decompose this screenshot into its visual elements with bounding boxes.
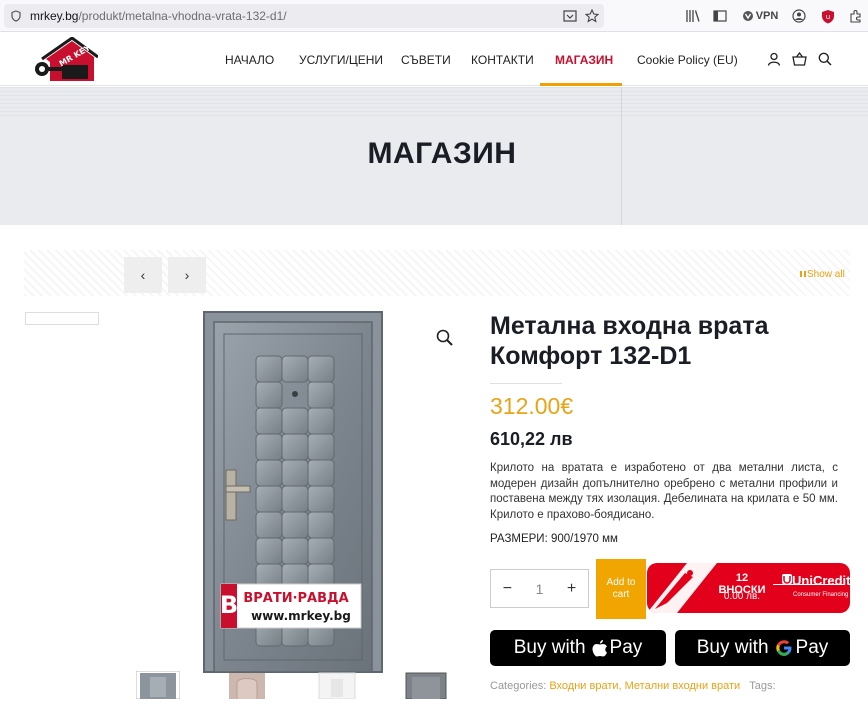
google-pay-label: Buy with [696,637,769,658]
quantity-input[interactable]: 1 [536,581,544,597]
nav-home[interactable]: НАЧАЛО [225,33,274,86]
apple-pay-button[interactable]: Buy with Pay [490,630,666,666]
watermark-brand: ВРАТИ·РАВДА [243,591,348,606]
unicredit-amount: 0.00 лв. [723,591,761,602]
url-text: mrkey.bg/produkt/metalna-vhodna-vrata-13… [30,9,287,23]
nav-cookie-policy[interactable]: Cookie Policy (EU) [637,33,738,86]
chevron-right-icon: › [184,267,190,283]
quantity-stepper: − 1 + [490,569,589,608]
ublock-extension-icon[interactable]: u [820,8,836,24]
extensions-icon[interactable] [848,8,864,24]
cart-icon[interactable] [791,51,807,67]
apple-logo-icon [592,640,607,657]
unicredit-brand: UniCredit [792,573,850,588]
categories-label: Categories: [490,680,547,692]
add-to-cart-button[interactable]: Add to cart [596,559,646,619]
reader-view-icon[interactable] [562,8,578,24]
google-pay-brand: Pay [795,637,829,658]
vpn-label: VPN [755,10,779,22]
browser-toolbar: mrkey.bg/produkt/metalna-vhodna-vrata-13… [0,0,868,32]
product-price-bgn: 610,22 лв [490,429,573,449]
apple-pay-label: Buy with [513,637,586,658]
google-pay-button[interactable]: Buy with Pay [675,630,850,666]
page-title: МАГАЗИН [367,137,517,170]
size-label: РАЗМЕРИ: [490,533,548,545]
site-logo[interactable]: MR KEY [32,36,99,83]
product-size: РАЗМЕРИ: 900/1970 мм [490,533,618,545]
magnifier-icon [436,329,453,346]
nav-active-indicator [540,83,622,86]
banner-pattern [0,87,868,117]
product-description: Крилото на вратата е изработено от два м… [490,462,838,521]
product-price-eur: 312.00€ [490,393,574,419]
nav-contacts[interactable]: КОНТАКТИ [471,33,534,86]
apple-pay-brand: Pay [609,637,643,658]
prev-product-button[interactable]: ‹ [124,257,162,293]
show-all-label: Show all [807,269,845,280]
svg-text:B: B [220,591,238,619]
site-info-icon[interactable] [8,8,24,24]
site-header: MR KEY НАЧАЛО УСЛУГИ/ЦЕНИ СЪВЕТИ КОНТАКТ… [0,33,868,86]
unicredit-sub: Consumer Financing [793,592,849,598]
size-value: 900/1970 мм [550,533,618,545]
unicredit-installments-button[interactable]: 12 ВНОСКИ 0.00 лв. UniCredit Consumer Fi… [647,563,850,613]
show-all-link[interactable]: Show all [800,269,845,280]
qty-plus-button[interactable]: + [567,580,576,598]
sidebar-icon[interactable] [711,8,729,24]
bookmark-star-icon[interactable] [584,8,600,24]
chevron-left-icon: ‹ [140,267,146,283]
categories-links[interactable]: Входни врати, Метални входни врати [549,680,740,692]
nav-shop[interactable]: МАГАЗИН [555,33,613,86]
title-divider [490,383,562,384]
grid-icon [800,271,806,277]
next-product-button[interactable]: › [168,257,206,293]
zoom-button[interactable] [434,327,456,349]
nav-advice[interactable]: СЪВЕТИ [401,33,451,86]
gallery-thumbnail-1[interactable] [135,670,181,700]
vpn-button[interactable]: VPN [739,8,781,24]
address-bar[interactable]: mrkey.bg/produkt/metalna-vhodna-vrata-13… [4,4,604,28]
google-logo-icon [775,640,792,656]
user-icon[interactable] [766,51,782,67]
nav-services[interactable]: УСЛУГИ/ЦЕНИ [299,33,383,86]
search-icon[interactable] [817,51,833,67]
product-meta: Categories: Входни врати, Метални входни… [490,680,776,692]
tags-label: Tags: [749,680,776,692]
gallery-thumbnail-4[interactable] [404,671,448,700]
product-image[interactable]: B ВРАТИ·РАВДА www.mrkey.bg [120,300,470,674]
library-icon[interactable] [684,8,702,24]
account-icon[interactable] [791,8,807,24]
gallery-thumbnail-2[interactable] [225,671,269,699]
qty-minus-button[interactable]: − [503,580,512,598]
gallery-thumbnail-3[interactable] [315,671,359,700]
svg-text:u: u [826,13,830,21]
url-path: /produkt/metalna-vhodna-vrata-132-d1/ [78,9,287,23]
gallery-thumbnail-placeholder[interactable] [25,312,99,325]
watermark-url: www.mrkey.bg [251,609,351,623]
product-title: Метална входна врата Комфорт 132-D1 [490,312,769,370]
url-domain: mrkey.bg [30,9,79,23]
add-to-cart-label: Add to cart [606,577,636,600]
vpn-icon [742,11,753,21]
